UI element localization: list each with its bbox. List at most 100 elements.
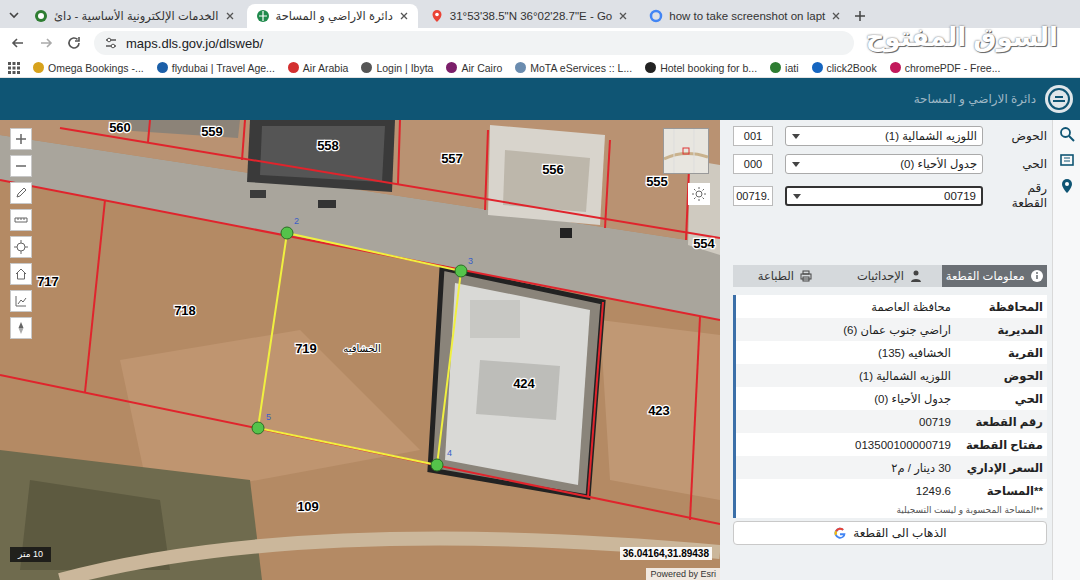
tab-list-icon[interactable]	[6, 7, 22, 23]
info-row: السعر الإداري30 دينار / م٢	[736, 456, 1047, 479]
location-pin-icon[interactable]	[1059, 178, 1075, 194]
bookmark[interactable]: Login | Ibyta	[361, 62, 433, 74]
dropdown[interactable]: 00719	[785, 186, 983, 206]
map-controls	[10, 128, 32, 339]
map-control-button[interactable]	[10, 290, 32, 312]
info-value: 00719	[736, 416, 959, 428]
attribution[interactable]: Powered by Esri	[646, 568, 720, 580]
panel-tab[interactable]: الطباعة	[733, 265, 838, 287]
dropdown-value: اللوزيه الشمالية (1)	[885, 129, 977, 143]
bookmark[interactable]: Air Arabia	[288, 62, 349, 74]
vertex-marker[interactable]	[455, 265, 467, 277]
parcel-label[interactable]: 557	[441, 151, 463, 166]
code-field[interactable]: 000	[733, 154, 773, 174]
overview-map[interactable]	[663, 128, 709, 174]
map-control-button[interactable]	[10, 317, 32, 339]
browser-tab[interactable]: دائرة الاراضي و المساحة	[247, 4, 418, 28]
address-field[interactable]: maps.dls.gov.jo/dlsweb/	[94, 31, 854, 55]
vertex-marker[interactable]	[252, 422, 264, 434]
bookmark[interactable]: iati	[770, 62, 798, 74]
info-label: **المساحة	[959, 484, 1047, 498]
go-to-parcel-button[interactable]: الذهاب الى القطعة	[733, 521, 1047, 545]
parcel-label[interactable]: 554	[693, 236, 715, 251]
site-icon	[649, 9, 663, 23]
layers-icon[interactable]	[1059, 152, 1075, 168]
code-field[interactable]: 001	[733, 126, 773, 146]
vertex-marker[interactable]	[281, 227, 293, 239]
info-label: مفتاح القطعة	[959, 438, 1047, 452]
panel-icon-strip	[1052, 120, 1080, 580]
panel-tab[interactable]: معلومات القطعة	[942, 265, 1047, 287]
bookmark[interactable]: flydubai | Travel Age...	[157, 62, 275, 74]
info-row: القريةالخشافيه (135)	[736, 341, 1047, 364]
site-icon	[34, 9, 48, 23]
bookmark-label: Login | Ibyta	[376, 62, 433, 74]
parcel-label[interactable]: 558	[317, 138, 339, 153]
browser-tab[interactable]: 31°53'38.5"N 36°02'28.7"E - Go	[421, 4, 637, 28]
info-value: 30 دينار / م٢	[736, 461, 959, 475]
scale-bar: 10 متر	[10, 547, 51, 562]
map-control-button[interactable]	[10, 236, 32, 258]
logo-icon[interactable]	[1044, 84, 1074, 114]
code-field[interactable]: 00719.	[733, 186, 773, 206]
close-icon[interactable]	[831, 11, 841, 21]
bookmark[interactable]: click2Book	[812, 62, 877, 74]
bookmark[interactable]: MoTA eServices :: L...	[515, 62, 632, 74]
dropdown[interactable]: جدول الأحياء (0)	[785, 154, 983, 174]
field-label: الحي	[995, 157, 1047, 172]
satellite-map[interactable]: 2345560559558557556555554717718719424423…	[0, 120, 720, 580]
search-icon[interactable]	[1059, 126, 1075, 142]
map-control-button[interactable]	[10, 128, 32, 150]
browser-tab[interactable]: الخدمات الإلكترونية الأساسية - دائ	[25, 4, 244, 28]
vertex-label: 3	[468, 256, 473, 266]
panel-tab[interactable]: الإحداثيات	[838, 265, 943, 287]
printer-icon	[799, 269, 813, 283]
parcel-label[interactable]: 556	[542, 162, 564, 177]
measure-icon	[14, 213, 28, 227]
site-icon	[430, 9, 444, 23]
map-control-button[interactable]	[10, 263, 32, 285]
close-icon[interactable]	[399, 11, 409, 21]
parcel-label[interactable]: 560	[109, 120, 131, 135]
bookmark[interactable]: chromePDF - Free...	[890, 62, 1001, 74]
site-info-icon[interactable]	[104, 36, 118, 50]
parcel-label[interactable]: 109	[297, 499, 319, 514]
bookmark[interactable]: Air Cairo	[446, 62, 502, 74]
bookmark[interactable]: Hotel booking for b...	[645, 62, 757, 74]
basemap-toggle[interactable]	[688, 183, 710, 205]
close-icon[interactable]	[618, 11, 628, 21]
forward-icon[interactable]	[38, 35, 54, 51]
parcel-label[interactable]: 718	[174, 303, 196, 318]
new-tab-icon[interactable]	[853, 9, 867, 23]
parcel-label[interactable]: 717	[37, 274, 59, 289]
back-icon[interactable]	[10, 35, 26, 51]
map-control-button[interactable]	[10, 182, 32, 204]
browser-tab[interactable]: how to take screenshot on lapt	[640, 4, 850, 28]
map-control-button[interactable]	[10, 155, 32, 177]
field-label: رقم القطعة	[995, 181, 1047, 211]
vertex-marker[interactable]	[431, 459, 443, 471]
bookmark-label: chromePDF - Free...	[905, 62, 1001, 74]
parcel-label[interactable]: 555	[646, 174, 668, 189]
bookmarks-bar: Omega Bookings -... flydubai | Travel Age…	[0, 58, 1080, 78]
map-control-button[interactable]	[10, 209, 32, 231]
dropdown[interactable]: اللوزيه الشمالية (1)	[785, 126, 983, 146]
locate-icon	[14, 240, 28, 254]
parcel-label[interactable]: 559	[201, 124, 223, 139]
apps-icon[interactable]	[8, 62, 20, 74]
parcel-label[interactable]: 719	[295, 341, 317, 356]
info-label: رقم القطعة	[959, 415, 1047, 429]
bookmark-label: Hotel booking for b...	[660, 62, 757, 74]
parcel-label[interactable]: 424	[513, 376, 535, 391]
map[interactable]: 2345560559558557556555554717718719424423…	[0, 120, 720, 580]
close-icon[interactable]	[225, 11, 235, 21]
bookmark[interactable]: Omega Bookings -...	[33, 62, 144, 74]
bookmark-favicon-icon	[157, 62, 168, 73]
bookmark-favicon-icon	[812, 62, 823, 73]
panel-tab-label: الإحداثيات	[857, 269, 904, 283]
parcel-label[interactable]: 423	[648, 403, 670, 418]
site-icon	[256, 9, 270, 23]
reload-icon[interactable]	[66, 35, 82, 51]
info-row: المديريةاراضي جنوب عمان (6)	[736, 318, 1047, 341]
dropdown-value: جدول الأحياء (0)	[900, 157, 977, 171]
